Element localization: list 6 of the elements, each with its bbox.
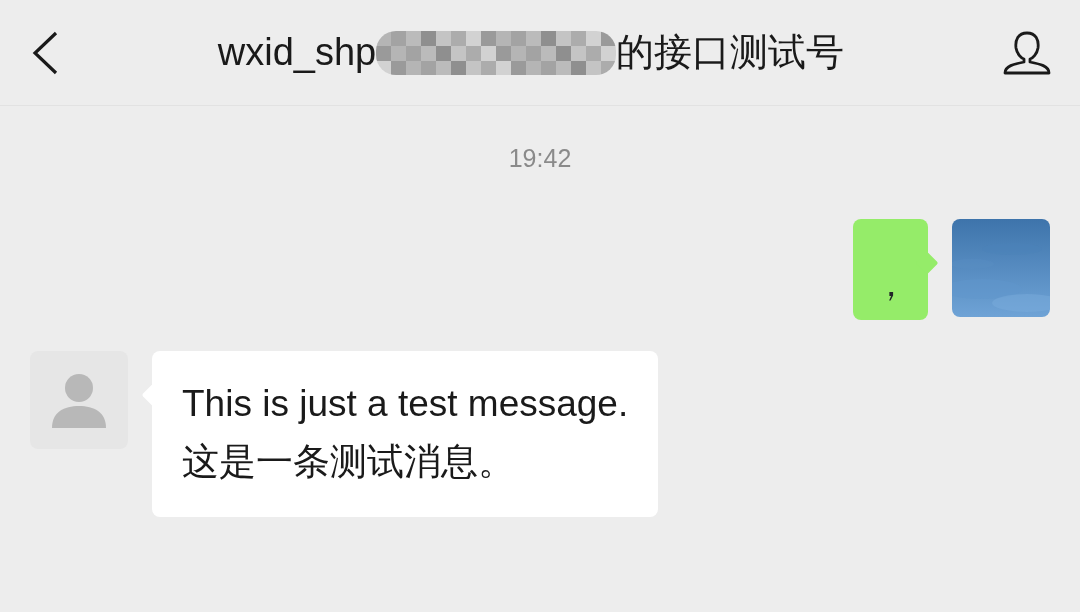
title-text: 的接口测试号 — [616, 30, 845, 75]
title-text: wxid_shp — [217, 30, 377, 75]
person-icon — [50, 371, 108, 428]
timestamp: 19:42 — [508, 143, 572, 174]
profile-icon[interactable] — [1002, 29, 1052, 76]
back-icon[interactable] — [30, 30, 60, 75]
